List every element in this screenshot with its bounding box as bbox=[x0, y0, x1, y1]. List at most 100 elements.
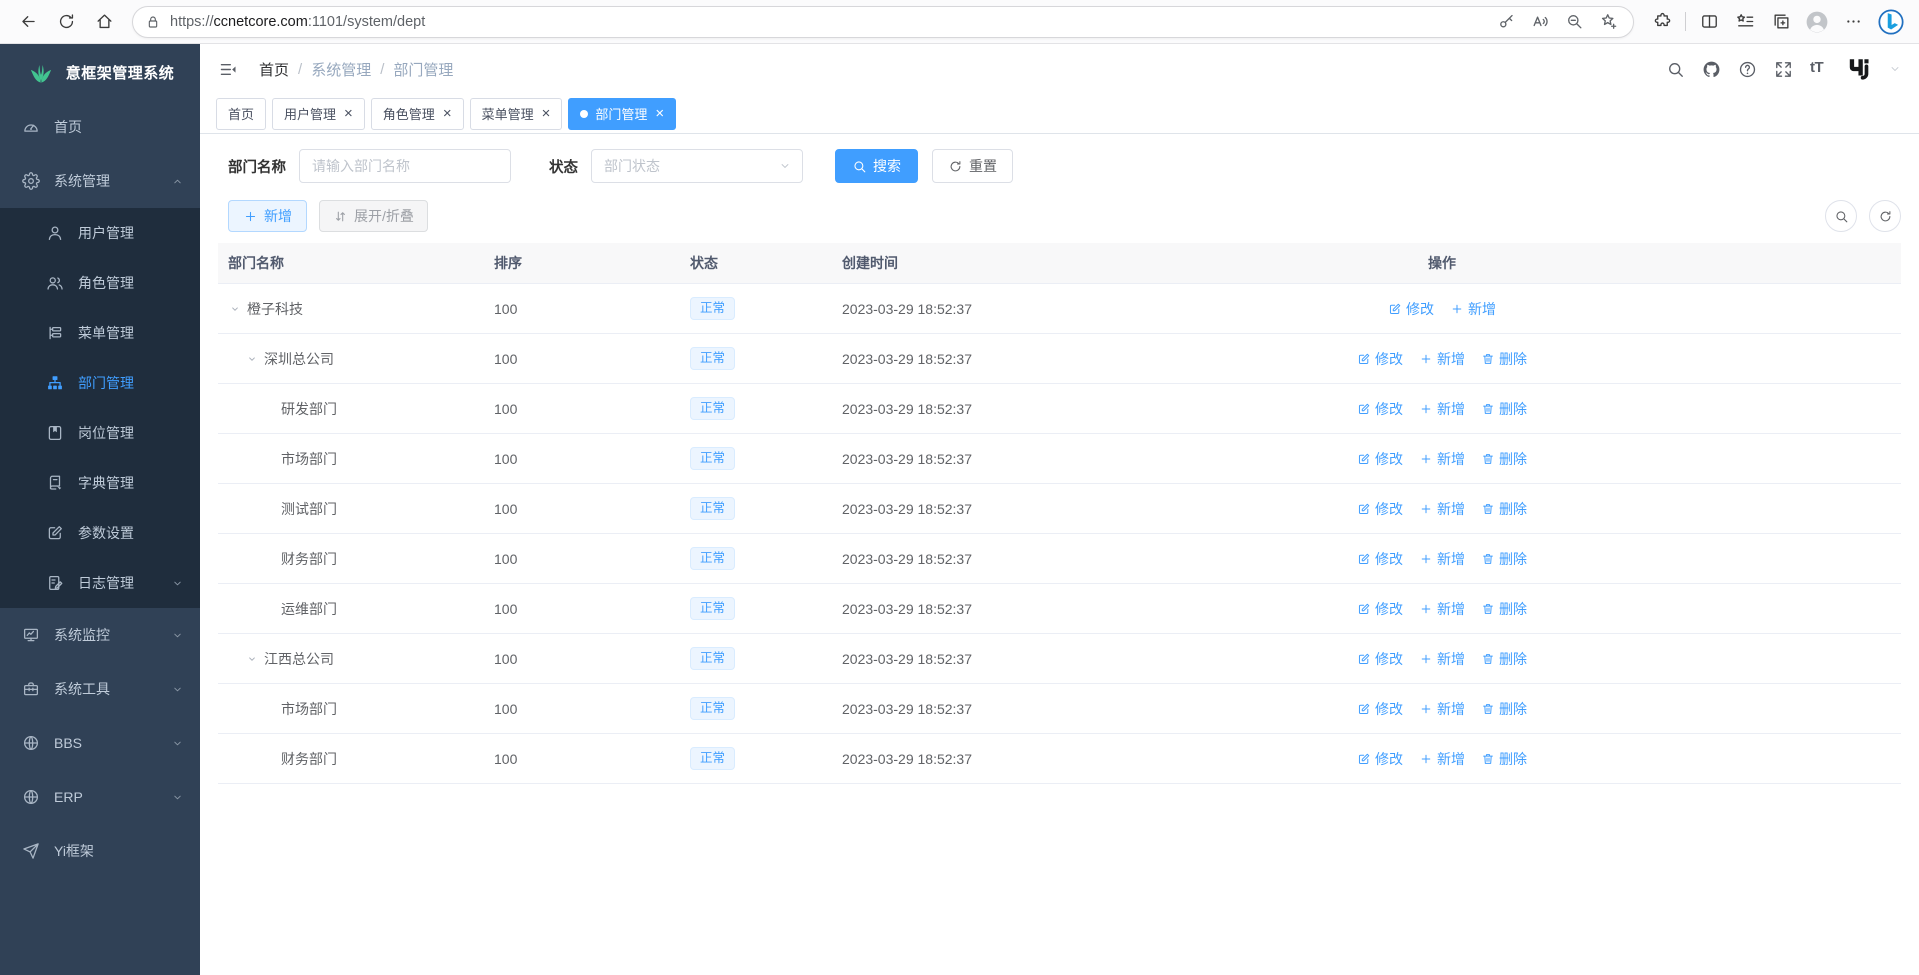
github-button[interactable] bbox=[1702, 60, 1721, 79]
search-button[interactable] bbox=[1666, 60, 1685, 79]
row-action-edit[interactable]: 修改 bbox=[1357, 649, 1403, 669]
search-button[interactable]: 搜索 bbox=[835, 149, 918, 183]
password-button[interactable] bbox=[1489, 7, 1523, 37]
active-dot bbox=[580, 110, 588, 118]
tab-home[interactable]: 首页 bbox=[216, 98, 266, 130]
sidebar-item-yi[interactable]: Yi框架 bbox=[0, 824, 200, 878]
row-action-edit[interactable]: 修改 bbox=[1357, 499, 1403, 519]
refresh-button[interactable] bbox=[48, 5, 84, 39]
row-action-delete[interactable]: 删除 bbox=[1481, 349, 1527, 369]
caret-down-icon[interactable] bbox=[1889, 63, 1901, 75]
split-screen-button[interactable] bbox=[1691, 5, 1727, 39]
sidebar: 意框架管理系统 首页系统管理用户管理角色管理菜单管理部门管理岗位管理字典管理参数… bbox=[0, 44, 200, 975]
add-favorite-button[interactable] bbox=[1591, 7, 1625, 37]
tab-dept[interactable]: 部门管理× bbox=[568, 98, 676, 130]
dept-sort: 100 bbox=[490, 401, 690, 417]
sidebar-item-system[interactable]: 系统管理 bbox=[0, 154, 200, 208]
row-action-edit[interactable]: 修改 bbox=[1357, 449, 1403, 469]
favorites-bar-button[interactable] bbox=[1727, 5, 1763, 39]
back-button[interactable] bbox=[10, 5, 46, 39]
extensions-icon bbox=[1653, 12, 1672, 31]
action-label: 删除 bbox=[1499, 349, 1527, 369]
reset-button[interactable]: 重置 bbox=[932, 149, 1013, 183]
row-action-delete[interactable]: 删除 bbox=[1481, 499, 1527, 519]
dept-name: 市场部门 bbox=[281, 699, 337, 719]
dept-name-input[interactable] bbox=[299, 149, 511, 183]
sort-icon bbox=[333, 209, 348, 224]
row-action-add[interactable]: 新增 bbox=[1419, 649, 1465, 669]
address-bar[interactable]: https://ccnetcore.com:1101/system/dept bbox=[132, 6, 1634, 38]
tree-expand-icon[interactable] bbox=[245, 352, 259, 366]
row-action-edit[interactable]: 修改 bbox=[1388, 299, 1434, 319]
row-action-add[interactable]: 新增 bbox=[1419, 749, 1465, 769]
row-action-delete[interactable]: 删除 bbox=[1481, 699, 1527, 719]
close-icon[interactable]: × bbox=[542, 106, 551, 121]
row-action-add[interactable]: 新增 bbox=[1419, 499, 1465, 519]
sidebar-item-menu[interactable]: 菜单管理 bbox=[0, 308, 200, 358]
tab-menu[interactable]: 菜单管理× bbox=[470, 98, 563, 130]
close-icon[interactable]: × bbox=[443, 106, 452, 121]
row-action-add[interactable]: 新增 bbox=[1450, 299, 1496, 319]
refresh-table-button[interactable] bbox=[1869, 200, 1901, 232]
sidebar-item-role[interactable]: 角色管理 bbox=[0, 258, 200, 308]
expand-collapse-button[interactable]: 展开/折叠 bbox=[319, 200, 428, 232]
row-action-delete[interactable]: 删除 bbox=[1481, 599, 1527, 619]
breadcrumb-item[interactable]: 首页 bbox=[259, 59, 289, 80]
row-action-delete[interactable]: 删除 bbox=[1481, 649, 1527, 669]
close-icon[interactable]: × bbox=[655, 106, 664, 121]
sidebar-item-erp[interactable]: ERP bbox=[0, 770, 200, 824]
font-size-button[interactable]: tT bbox=[1810, 60, 1829, 79]
user-menu-button[interactable] bbox=[1846, 56, 1872, 82]
chevron-up-icon bbox=[171, 175, 184, 188]
collections-button[interactable] bbox=[1763, 5, 1799, 39]
extensions-button[interactable] bbox=[1644, 5, 1680, 39]
tree-expand-icon[interactable] bbox=[228, 302, 242, 316]
sidebar-item-tool[interactable]: 系统工具 bbox=[0, 662, 200, 716]
status-select[interactable]: 部门状态 bbox=[591, 149, 803, 183]
row-action-add[interactable]: 新增 bbox=[1419, 399, 1465, 419]
sidebar-item-bbs[interactable]: BBS bbox=[0, 716, 200, 770]
row-action-delete[interactable]: 删除 bbox=[1481, 549, 1527, 569]
sidebar-item-post[interactable]: 岗位管理 bbox=[0, 408, 200, 458]
home-button[interactable] bbox=[86, 5, 122, 39]
close-icon[interactable]: × bbox=[344, 106, 353, 121]
tab-role[interactable]: 角色管理× bbox=[371, 98, 464, 130]
row-action-edit[interactable]: 修改 bbox=[1357, 749, 1403, 769]
table-toolbar: 新增 展开/折叠 bbox=[228, 200, 1901, 232]
sidebar-item-dept[interactable]: 部门管理 bbox=[0, 358, 200, 408]
toggle-search-button[interactable] bbox=[1825, 200, 1857, 232]
row-action-add[interactable]: 新增 bbox=[1419, 599, 1465, 619]
more-button[interactable] bbox=[1835, 5, 1871, 39]
action-label: 修改 bbox=[1406, 299, 1434, 319]
add-button[interactable]: 新增 bbox=[228, 200, 307, 232]
row-action-edit[interactable]: 修改 bbox=[1357, 399, 1403, 419]
sidebar-item-dict[interactable]: 字典管理 bbox=[0, 458, 200, 508]
copilot-button[interactable] bbox=[1873, 5, 1909, 39]
tab-user[interactable]: 用户管理× bbox=[272, 98, 365, 130]
tree-expand-icon[interactable] bbox=[245, 652, 259, 666]
dept-sort: 100 bbox=[490, 501, 690, 517]
sidebar-item-param[interactable]: 参数设置 bbox=[0, 508, 200, 558]
row-action-edit[interactable]: 修改 bbox=[1357, 599, 1403, 619]
row-action-delete[interactable]: 删除 bbox=[1481, 399, 1527, 419]
fullscreen-button[interactable] bbox=[1774, 60, 1793, 79]
sidebar-collapse-button[interactable] bbox=[218, 59, 239, 80]
row-action-add[interactable]: 新增 bbox=[1419, 449, 1465, 469]
row-action-delete[interactable]: 删除 bbox=[1481, 749, 1527, 769]
row-action-delete[interactable]: 删除 bbox=[1481, 449, 1527, 469]
sidebar-item-monitor[interactable]: 系统监控 bbox=[0, 608, 200, 662]
read-aloud-button[interactable] bbox=[1523, 7, 1557, 37]
url-text[interactable]: https://ccnetcore.com:1101/system/dept bbox=[170, 14, 1489, 30]
row-action-edit[interactable]: 修改 bbox=[1357, 349, 1403, 369]
row-action-add[interactable]: 新增 bbox=[1419, 699, 1465, 719]
row-action-add[interactable]: 新增 bbox=[1419, 549, 1465, 569]
row-action-edit[interactable]: 修改 bbox=[1357, 549, 1403, 569]
help-button[interactable] bbox=[1738, 60, 1757, 79]
row-action-edit[interactable]: 修改 bbox=[1357, 699, 1403, 719]
zoom-out-button[interactable] bbox=[1557, 7, 1591, 37]
sidebar-item-user[interactable]: 用户管理 bbox=[0, 208, 200, 258]
sidebar-item-home[interactable]: 首页 bbox=[0, 100, 200, 154]
sidebar-item-log[interactable]: 日志管理 bbox=[0, 558, 200, 608]
row-action-add[interactable]: 新增 bbox=[1419, 349, 1465, 369]
profile-button[interactable] bbox=[1799, 5, 1835, 39]
